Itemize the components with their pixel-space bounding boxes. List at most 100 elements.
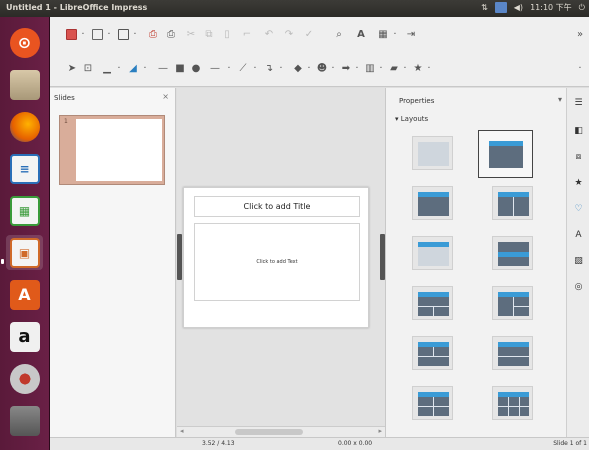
sidebar-settings-icon[interactable]: ☰ — [572, 96, 585, 109]
new-dropdown-icon[interactable]: · — [80, 27, 86, 41]
layout-title-two-content[interactable] — [492, 186, 533, 220]
layout-title-only[interactable] — [412, 236, 453, 270]
toolbar-overflow-icon[interactable]: · — [575, 61, 585, 75]
clock[interactable]: 11:10 下午 — [530, 2, 572, 13]
calc-launcher-button[interactable]: ▦ — [6, 193, 43, 228]
layout-title-6-content[interactable] — [492, 386, 533, 420]
layout-blank[interactable] — [412, 136, 453, 170]
layout-title-content-2-content[interactable] — [492, 286, 533, 320]
properties-deck-icon[interactable]: ◧ — [572, 124, 585, 137]
amazon-launcher-button[interactable]: a — [6, 319, 43, 354]
text-placeholder[interactable]: Click to add Text — [194, 223, 360, 301]
open-dropdown-icon[interactable]: · — [106, 27, 112, 41]
slide-number: 1 — [64, 118, 68, 125]
layout-divider — [418, 306, 449, 307]
ellipse-icon[interactable]: ● — [190, 61, 202, 75]
connectors-icon[interactable]: ↴ — [262, 61, 276, 75]
lines-arrows-dropdown-icon[interactable]: · — [226, 61, 232, 75]
callouts-dropdown-icon[interactable]: · — [402, 61, 408, 75]
indicator-icon[interactable] — [494, 2, 507, 13]
export-pdf-icon[interactable]: ⎙ — [146, 27, 160, 41]
slide-workspace[interactable]: Click to add Title Click to add Text — [177, 88, 385, 426]
cut-icon: ✂ — [186, 28, 196, 40]
save-dropdown-icon[interactable]: · — [132, 27, 138, 41]
trash-launcher-button[interactable] — [6, 403, 43, 438]
top-panel: Untitled 1 - LibreOffice Impress ⇅ ◀) 11… — [0, 0, 589, 17]
print-icon[interactable]: ⎙ — [164, 27, 178, 41]
basic-shapes-icon[interactable]: ◆ — [292, 61, 304, 75]
horizontal-scrollbar[interactable]: ◂ ▸ — [177, 426, 385, 437]
layout-title-content-over-content[interactable] — [492, 336, 533, 370]
close-icon[interactable]: × — [162, 92, 169, 101]
new-document-icon[interactable] — [64, 27, 78, 41]
line-color-dropdown-icon[interactable]: · — [116, 61, 122, 75]
slides-pane-collapse-handle[interactable] — [177, 234, 182, 280]
layout-title-content[interactable] — [478, 130, 533, 178]
slide-transition-icon[interactable]: ⧈ — [572, 150, 585, 163]
connectors-dropdown-icon[interactable]: · — [278, 61, 284, 75]
lines-arrows-icon[interactable]: — — [208, 61, 222, 75]
settings-launcher-button[interactable] — [6, 361, 43, 396]
object-size: 0.00 x 0.00 — [338, 440, 373, 447]
layout-title-4-content[interactable] — [412, 386, 453, 420]
software-center-launcher-button[interactable]: A — [6, 277, 43, 312]
curves-dropdown-icon[interactable]: · — [252, 61, 258, 75]
firefox-launcher-button[interactable] — [6, 109, 43, 144]
text-formatting-icon[interactable]: A — [354, 27, 368, 41]
line-color-icon[interactable]: ▁ — [100, 61, 114, 75]
flowchart-icon[interactable]: ▥ — [364, 61, 376, 75]
settings-icon — [9, 363, 40, 394]
volume-icon[interactable]: ◀) — [514, 3, 523, 12]
layout-divider — [418, 406, 449, 407]
block-arrows-dropdown-icon[interactable]: · — [354, 61, 360, 75]
styles-icon[interactable]: A — [572, 228, 585, 241]
line-icon[interactable]: — — [156, 61, 170, 75]
scroll-left-icon[interactable]: ◂ — [180, 427, 184, 435]
ubuntu-home-button[interactable]: ⊙ — [6, 25, 43, 60]
table-dropdown-icon[interactable]: · — [392, 27, 398, 41]
find-replace-icon[interactable]: ⌕ — [332, 27, 346, 41]
fill-color-dropdown-icon[interactable]: · — [142, 61, 148, 75]
scroll-right-icon[interactable]: ▸ — [378, 427, 382, 435]
animation-icon[interactable]: ★ — [572, 176, 585, 189]
callouts-icon[interactable]: ▰ — [388, 61, 400, 75]
basic-shapes-dropdown-icon[interactable]: · — [306, 61, 312, 75]
select-icon[interactable]: ➤ — [66, 61, 78, 75]
power-icon[interactable]: ⏻ — [579, 3, 585, 13]
files-launcher-button[interactable] — [6, 67, 43, 102]
curves-icon[interactable]: ⟋ — [236, 61, 250, 75]
fill-color-icon[interactable]: ◢ — [126, 61, 140, 75]
sidebar-menu-icon[interactable]: ▾ — [558, 95, 562, 104]
layout-title-content-2[interactable] — [412, 186, 453, 220]
layout-title-2-content-over-content[interactable] — [412, 336, 453, 370]
rectangle-icon[interactable]: ■ — [174, 61, 186, 75]
gallery-icon[interactable]: ▨ — [572, 254, 585, 267]
layout-preview — [418, 292, 449, 316]
open-icon[interactable] — [90, 27, 104, 41]
block-arrows-icon[interactable]: ➡ — [340, 61, 352, 75]
layout-title-2-content-content[interactable] — [412, 286, 453, 320]
toolbar-overflow-icon[interactable]: » — [575, 27, 585, 41]
layout-centered-text[interactable] — [492, 236, 533, 270]
impress-launcher-button[interactable]: ▣ — [6, 235, 43, 270]
flowchart-dropdown-icon[interactable]: · — [378, 61, 384, 75]
scrollbar-thumb[interactable] — [235, 429, 303, 435]
slide-canvas[interactable]: Click to add Title Click to add Text — [183, 187, 369, 328]
layouts-section-header[interactable]: ▾ Layouts — [395, 115, 428, 123]
table-icon[interactable]: ▦ — [376, 27, 390, 41]
navigator-icon[interactable]: ◎ — [572, 280, 585, 293]
stars-dropdown-icon[interactable]: · — [426, 61, 432, 75]
layout-divider — [433, 306, 434, 316]
symbol-shapes-dropdown-icon[interactable]: · — [330, 61, 336, 75]
writer-launcher-button[interactable]: ≡ — [6, 151, 43, 186]
stars-icon[interactable]: ★ — [412, 61, 424, 75]
master-slides-icon[interactable]: ♡ — [572, 202, 585, 215]
zoom-pan-icon[interactable]: ⊡ — [82, 61, 94, 75]
firefox-icon — [9, 111, 40, 142]
keyboard-icon[interactable]: ⇅ — [481, 3, 488, 12]
slide-thumbnail[interactable]: 1 — [59, 115, 165, 185]
save-icon[interactable] — [116, 27, 130, 41]
title-placeholder[interactable]: Click to add Title — [194, 196, 360, 217]
symbol-shapes-icon[interactable]: ☻ — [316, 61, 328, 75]
chart-icon[interactable]: ⇥ — [404, 27, 418, 41]
